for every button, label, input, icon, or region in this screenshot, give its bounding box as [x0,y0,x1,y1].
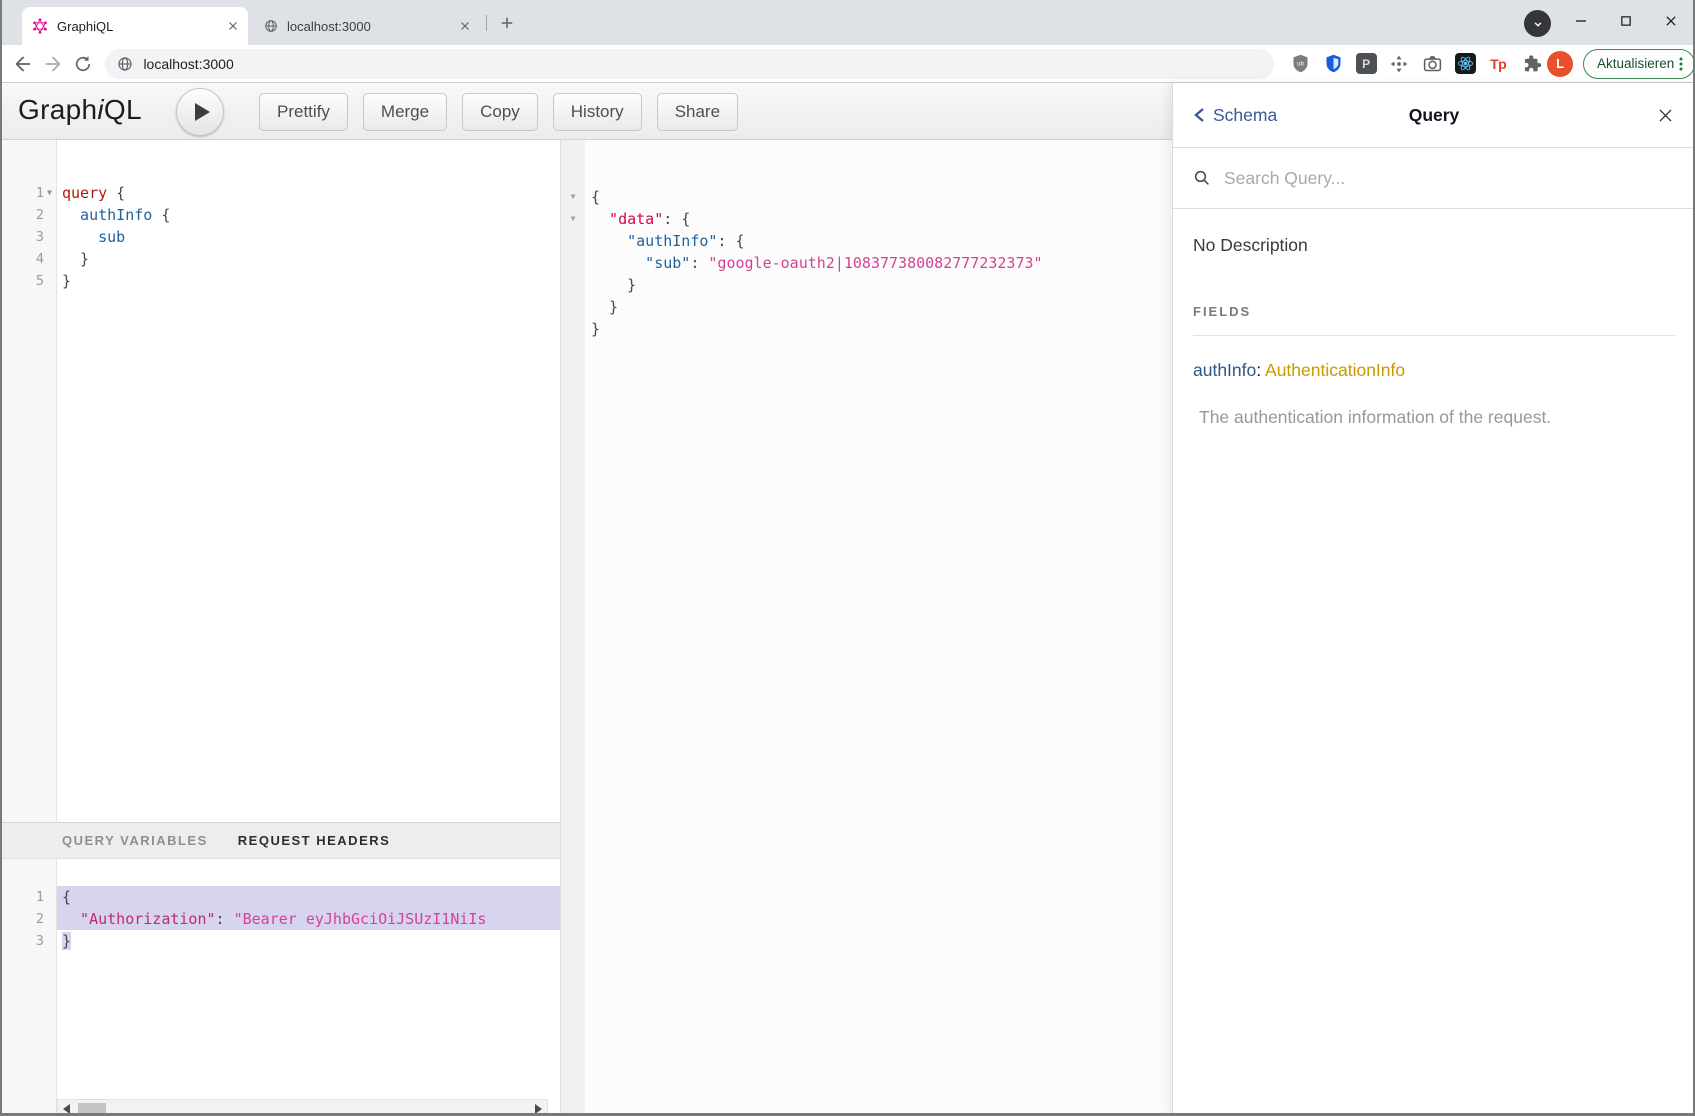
tab-localhost[interactable]: localhost:3000 [254,7,480,45]
fold-caret-icon[interactable]: ▼ [44,182,55,204]
graphiql-app: GraphiQL Prettify Merge Copy History Sha… [0,83,1695,1116]
prettify-button[interactable]: Prettify [259,93,348,131]
execute-query-button[interactable] [176,88,224,136]
fold-caret-icon[interactable]: ▼ [561,186,585,208]
code-line: 3 } [0,930,560,952]
result-viewer: ▼ { ▼ "data": { "authInfo": { "sub": "go… [561,140,1172,340]
code-line: 2 authInfo { [0,204,560,226]
window-maximize-button[interactable] [1603,0,1648,42]
fields-heading: FIELDS [1193,304,1675,319]
doc-explorer-header: Schema Query [1173,83,1695,148]
update-button[interactable]: Aktualisieren [1583,49,1695,79]
history-button[interactable]: History [553,93,642,131]
kebab-menu-icon[interactable] [1674,56,1688,72]
field-description: The authentication information of the re… [1193,407,1675,428]
field-type-link[interactable]: AuthenticationInfo [1265,360,1405,380]
code-line: 1▼ query { [0,182,560,204]
svg-text:ub: ub [1297,61,1304,68]
window-minimize-button[interactable] [1558,0,1603,42]
divider [1193,335,1675,336]
code-line: } [561,318,1172,340]
code-line: 5 } [0,270,560,292]
browser-menu-caret-icon[interactable] [1524,10,1551,37]
toolbar-buttons: Prettify Merge Copy History Share [259,93,738,131]
play-icon [195,103,210,121]
doc-close-icon[interactable] [1656,106,1675,125]
profile-avatar[interactable]: L [1547,51,1573,77]
code-line: "authInfo": { [561,230,1172,252]
code-line: "sub": "google-oauth2|108377380082777232… [561,252,1172,274]
tampermonkey-tp-icon[interactable]: Tp [1486,52,1510,76]
browser-window: GraphiQL localhost:3000 [0,0,1695,1116]
graphiql-topbar: GraphiQL Prettify Merge Copy History Sha… [0,83,1172,140]
move-crosshair-icon[interactable] [1387,52,1411,76]
tab-title: GraphiQL [57,19,226,34]
window-close-button[interactable] [1648,0,1693,42]
ublock-shield-icon[interactable]: ub [1288,52,1312,76]
react-devtools-icon[interactable] [1453,52,1477,76]
p-extension-icon[interactable]: P [1354,52,1378,76]
code-line: ▼ { [561,186,1172,208]
graphiql-logo: GraphiQL [18,94,142,126]
code-line: } [561,296,1172,318]
request-headers-editor[interactable]: 1 { 2 "Authorization": "Bearer eyJhbGciO… [0,859,560,952]
code-line: 2 "Authorization": "Bearer eyJhbGciOiJSU… [0,908,560,930]
doc-search-input[interactable] [1222,167,1646,190]
url-text: localhost:3000 [143,56,233,72]
reload-icon[interactable] [68,49,98,79]
new-tab-button[interactable] [497,13,517,33]
bitwarden-shield-icon[interactable] [1321,52,1345,76]
merge-button[interactable]: Merge [363,93,447,131]
fold-caret-icon[interactable]: ▼ [561,208,585,230]
share-button[interactable]: Share [657,93,738,131]
back-icon[interactable] [8,49,38,79]
graphql-logo-icon [32,18,48,34]
code-line: 1 { [0,886,560,908]
doc-back-button[interactable]: Schema [1193,105,1277,126]
tab-separator [486,15,487,31]
type-description: No Description [1193,235,1675,256]
extensions-puzzle-icon[interactable] [1519,52,1543,76]
tab-title: localhost:3000 [287,19,458,34]
code-line: 4 } [0,248,560,270]
doc-body: No Description FIELDS authInfo: Authenti… [1173,209,1695,428]
window-edge [0,0,2,1116]
result-pane: ▼ { ▼ "data": { "authInfo": { "sub": "go… [560,140,1172,1116]
code-line: 3 sub [0,226,560,248]
tab-query-variables[interactable]: QUERY VARIABLES [62,833,208,848]
camera-icon[interactable] [1420,52,1444,76]
tab-close-icon[interactable] [226,19,240,33]
chevron-left-icon [1193,107,1206,123]
extensions-row: ub P Tp [1288,52,1543,76]
code-line: ▼ "data": { [561,208,1172,230]
tab-request-headers[interactable]: REQUEST HEADERS [238,833,391,848]
site-info-globe-icon[interactable] [117,56,133,72]
field-row: authInfo: AuthenticationInfo [1193,360,1675,381]
tab-strip: GraphiQL localhost:3000 [0,0,1695,45]
query-editor[interactable]: 1▼ query { 2 authInfo { 3 sub 4 } 5 [0,140,560,292]
globe-icon [264,19,278,33]
code-line: } [561,274,1172,296]
browser-toolbar: localhost:3000 ub P [0,45,1695,83]
doc-search-row [1173,148,1695,209]
search-icon [1193,169,1211,187]
doc-explorer-panel: Schema Query No Description FIELDS authI… [1172,83,1695,1116]
address-bar[interactable]: localhost:3000 [105,49,1274,79]
scrollbar-thumb[interactable] [78,1103,106,1113]
forward-icon[interactable] [38,49,68,79]
tab-close-icon[interactable] [458,19,472,33]
field-name-link[interactable]: authInfo [1193,360,1256,380]
copy-button[interactable]: Copy [462,93,538,131]
variables-tab-bar: QUERY VARIABLES REQUEST HEADERS [0,822,560,859]
update-button-label: Aktualisieren [1597,56,1674,71]
query-editor-pane[interactable]: 1▼ query { 2 authInfo { 3 sub 4 } 5 [0,140,560,1116]
tab-graphiql[interactable]: GraphiQL [22,7,248,45]
doc-back-label: Schema [1213,105,1277,126]
doc-title: Query [1409,105,1460,126]
